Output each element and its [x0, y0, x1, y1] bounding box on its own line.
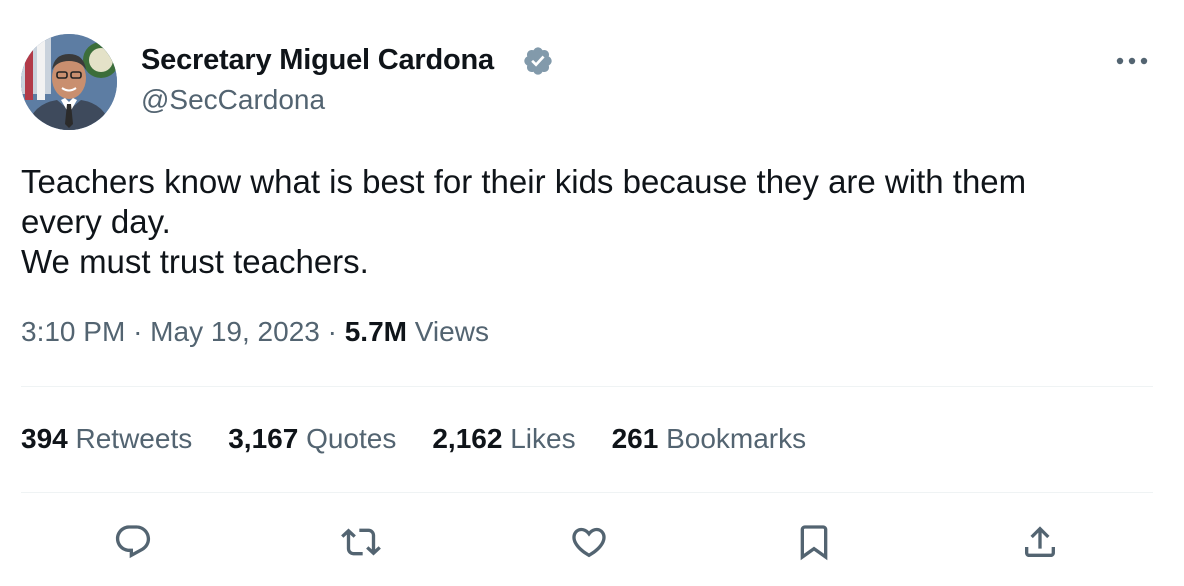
share-button[interactable]: [1016, 518, 1064, 566]
bookmarks-count: 261: [611, 423, 659, 454]
views-count: 5.7M: [344, 316, 407, 347]
quotes-label: Quotes: [306, 423, 397, 454]
retweets-count: 394: [21, 423, 68, 454]
retweet-icon: [341, 528, 381, 556]
timestamp-time[interactable]: 3:10 PM: [21, 316, 125, 347]
meta-separator: ·: [327, 316, 337, 347]
share-icon: [1025, 526, 1055, 557]
tweet-card: Secretary Miguel Cardona @SecCardona Tea…: [0, 0, 1184, 586]
heart-icon: [572, 527, 606, 558]
likes-stat[interactable]: 2,162 Likes: [432, 423, 575, 455]
quotes-count: 3,167: [228, 423, 299, 454]
retweets-stat[interactable]: 394 Retweets: [21, 423, 192, 455]
retweet-button[interactable]: [337, 518, 385, 566]
verified-badge-icon[interactable]: [522, 45, 554, 77]
tweet-text: Teachers know what is best for their kid…: [21, 163, 1027, 280]
bookmark-icon: [800, 525, 828, 561]
timestamp-date[interactable]: May 19, 2023: [150, 316, 320, 347]
bookmarks-label: Bookmarks: [666, 423, 807, 454]
likes-count: 2,162: [432, 423, 503, 454]
reply-button[interactable]: [109, 518, 157, 566]
handle[interactable]: @SecCardona: [141, 84, 325, 116]
meta-separator: ·: [133, 316, 143, 347]
bookmarks-stat[interactable]: 261 Bookmarks: [612, 423, 807, 455]
avatar-image: [21, 34, 117, 130]
bookmark-button[interactable]: [790, 518, 838, 566]
likes-label: Likes: [510, 423, 576, 454]
divider: [21, 386, 1153, 387]
tweet-stats: 394 Retweets 3,167 Quotes 2,162 Likes 261 B…: [21, 423, 842, 455]
tweet-meta: 3:10 PM · May 19, 2023 · 5.7M Views: [21, 316, 489, 348]
more-dots-icon: [1116, 57, 1148, 65]
views-label: Views: [414, 316, 489, 347]
reply-icon: [115, 525, 151, 559]
more-options-button[interactable]: [1112, 46, 1152, 76]
like-button[interactable]: [565, 518, 613, 566]
divider: [21, 492, 1153, 493]
quotes-stat[interactable]: 3,167 Quotes: [228, 423, 396, 455]
retweets-label: Retweets: [75, 423, 193, 454]
display-name[interactable]: Secretary Miguel Cardona: [141, 44, 494, 77]
avatar[interactable]: [21, 34, 117, 130]
